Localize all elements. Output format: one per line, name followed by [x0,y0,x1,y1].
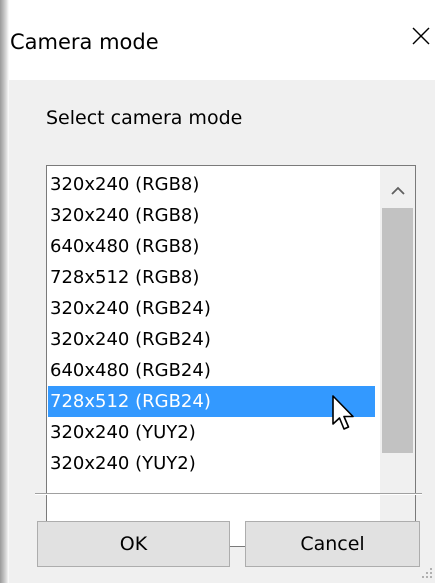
dialog-body: Select camera mode 320x240 (RGB8) 320x24… [9,80,435,583]
list-item[interactable]: 320x240 (YUY2) [48,417,375,448]
list-item[interactable]: 320x240 (RGB8) [48,200,375,231]
cancel-button[interactable]: Cancel [245,521,420,567]
list-item[interactable]: 640x480 (RGB8) [48,231,375,262]
list-item[interactable]: 320x240 (RGB24) [48,293,375,324]
list-item[interactable]: 320x240 (RGB24) [48,324,375,355]
list-item[interactable]: 728x512 (RGB8) [48,262,375,293]
vertical-scrollbar[interactable] [380,166,415,546]
scroll-up-button[interactable] [380,174,415,208]
mouse-pointer-icon [332,395,354,430]
list-item[interactable]: 320x240 (RGB8) [48,169,375,200]
camera-mode-dialog: Camera mode Select camera mode 320x240 (… [0,0,435,583]
close-button[interactable] [407,20,435,52]
select-camera-mode-label: Select camera mode [46,107,243,129]
camera-mode-items: 320x240 (RGB8) 320x240 (RGB8) 640x480 (R… [48,169,375,479]
separator [35,493,422,495]
resize-grip-icon[interactable] [421,567,433,579]
list-item[interactable]: 640x480 (RGB24) [48,355,375,386]
dialog-title: Camera mode [10,30,159,54]
list-item-selected[interactable]: 728x512 (RGB24) [48,386,375,417]
close-icon [412,27,430,45]
camera-mode-list[interactable]: 320x240 (RGB8) 320x240 (RGB8) 640x480 (R… [46,165,416,547]
list-item[interactable]: 320x240 (YUY2) [48,448,375,479]
chevron-up-icon [390,186,405,195]
scroll-thumb[interactable] [382,208,413,453]
background-window-edge [0,0,9,583]
ok-button[interactable]: OK [37,521,230,567]
title-bar[interactable]: Camera mode [9,0,435,80]
